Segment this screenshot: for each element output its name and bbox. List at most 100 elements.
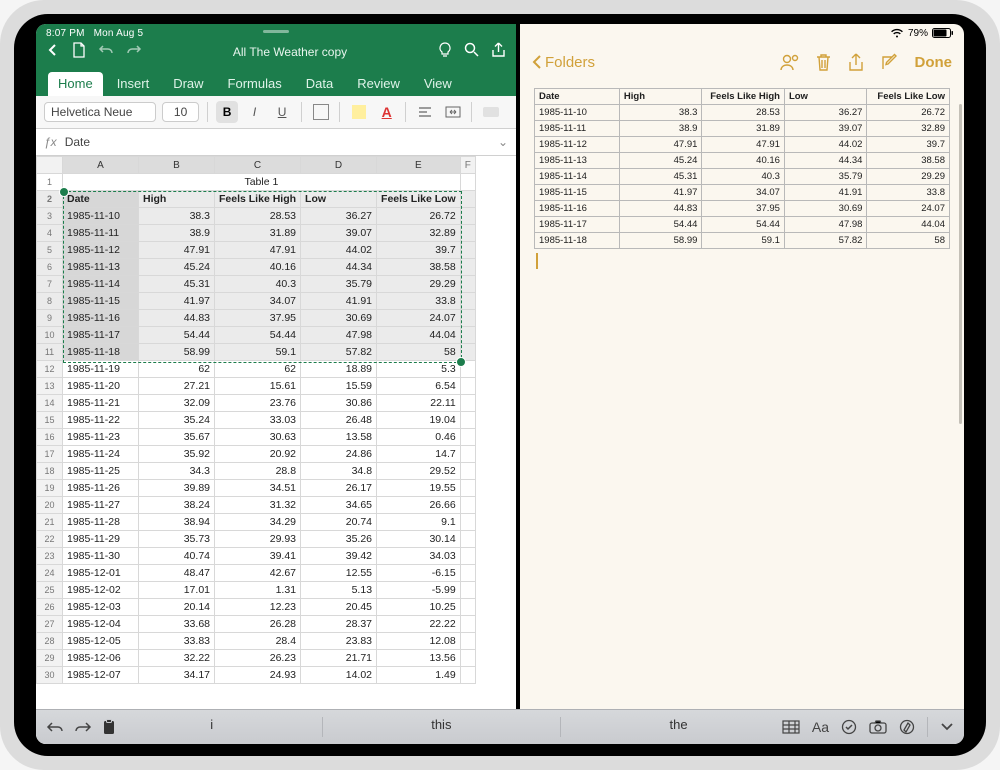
formula-bar[interactable]: ƒx Date ⌄ (36, 129, 516, 156)
cell[interactable]: 13.58 (301, 429, 377, 446)
cell[interactable]: 1985-12-07 (63, 667, 139, 684)
cell[interactable]: 14.02 (301, 667, 377, 684)
cell[interactable]: 45.31 (139, 276, 215, 293)
header-cell[interactable]: Low (301, 191, 377, 208)
cell[interactable]: 34.07 (215, 293, 301, 310)
align-button[interactable] (414, 101, 436, 123)
row-header[interactable]: 12 (37, 361, 63, 378)
cell[interactable]: 1985-11-13 (63, 259, 139, 276)
row-header[interactable]: 20 (37, 497, 63, 514)
cell[interactable]: 54.44 (139, 327, 215, 344)
header-cell[interactable]: Date (63, 191, 139, 208)
cell[interactable]: 48.47 (139, 565, 215, 582)
note-cell[interactable]: 54.44 (619, 217, 702, 233)
note-header-cell[interactable]: Low (784, 89, 867, 105)
cell[interactable]: 35.92 (139, 446, 215, 463)
note-cell[interactable]: 47.91 (702, 137, 785, 153)
cell[interactable]: 6.54 (377, 378, 461, 395)
cell[interactable]: 1985-11-19 (63, 361, 139, 378)
cell[interactable]: 57.82 (301, 344, 377, 361)
cell[interactable]: 45.24 (139, 259, 215, 276)
cell[interactable]: 20.92 (215, 446, 301, 463)
row-header[interactable]: 13 (37, 378, 63, 395)
cell[interactable]: 24.93 (215, 667, 301, 684)
row-header[interactable]: 2 (37, 191, 63, 208)
cell[interactable]: 1985-12-02 (63, 582, 139, 599)
cell[interactable]: 1.31 (215, 582, 301, 599)
lightbulb-icon[interactable] (438, 42, 452, 63)
row-header[interactable]: 23 (37, 548, 63, 565)
cell[interactable]: 34.65 (301, 497, 377, 514)
cell[interactable]: -5.99 (377, 582, 461, 599)
cell[interactable]: 1985-11-12 (63, 242, 139, 259)
cell[interactable]: 28.53 (215, 208, 301, 225)
row-header[interactable]: 26 (37, 599, 63, 616)
note-cell[interactable]: 34.07 (702, 185, 785, 201)
cell[interactable]: 59.1 (215, 344, 301, 361)
row-header[interactable]: 24 (37, 565, 63, 582)
cell[interactable]: 39.7 (377, 242, 461, 259)
note-cell[interactable]: 44.02 (784, 137, 867, 153)
column-header[interactable]: F (460, 157, 475, 174)
cell[interactable]: 41.97 (139, 293, 215, 310)
cell[interactable]: 14.7 (377, 446, 461, 463)
clipboard-icon[interactable] (102, 719, 116, 735)
note-table[interactable]: DateHighFeels Like HighLowFeels Like Low… (534, 88, 950, 249)
cell[interactable]: 20.74 (301, 514, 377, 531)
cell[interactable]: 1985-12-03 (63, 599, 139, 616)
note-cell[interactable]: 33.8 (867, 185, 950, 201)
cell[interactable]: 39.89 (139, 480, 215, 497)
column-header[interactable]: A (63, 157, 139, 174)
note-cell[interactable]: 39.07 (784, 121, 867, 137)
cell[interactable]: 38.58 (377, 259, 461, 276)
cell[interactable]: 1985-11-26 (63, 480, 139, 497)
column-header[interactable]: E (377, 157, 461, 174)
cell[interactable]: 1985-12-04 (63, 616, 139, 633)
cell[interactable]: 1985-11-20 (63, 378, 139, 395)
column-header[interactable]: B (139, 157, 215, 174)
cell[interactable]: 1985-11-22 (63, 412, 139, 429)
note-cell[interactable]: 59.1 (702, 233, 785, 249)
table-icon[interactable] (782, 720, 800, 734)
row-header[interactable]: 25 (37, 582, 63, 599)
row-header[interactable]: 3 (37, 208, 63, 225)
table-title-cell[interactable]: Table 1 (63, 174, 461, 191)
row-header[interactable]: 16 (37, 429, 63, 446)
cell[interactable]: 29.93 (215, 531, 301, 548)
cell[interactable]: 26.66 (377, 497, 461, 514)
cell[interactable]: 5.13 (301, 582, 377, 599)
font-color-button[interactable]: A (376, 101, 398, 123)
note-header-cell[interactable]: Feels Like Low (867, 89, 950, 105)
cell[interactable]: 58.99 (139, 344, 215, 361)
cell[interactable]: 28.4 (215, 633, 301, 650)
tab-draw[interactable]: Draw (163, 72, 213, 96)
cell[interactable]: 1985-11-18 (63, 344, 139, 361)
markup-icon[interactable] (899, 719, 915, 735)
search-icon[interactable] (464, 42, 479, 62)
cell[interactable]: 28.37 (301, 616, 377, 633)
italic-button[interactable]: I (244, 101, 266, 123)
done-button[interactable]: Done (915, 54, 953, 71)
cell[interactable]: 32.89 (377, 225, 461, 242)
row-header[interactable]: 15 (37, 412, 63, 429)
note-cell[interactable]: 41.97 (619, 185, 702, 201)
cell[interactable]: 1985-11-25 (63, 463, 139, 480)
note-cell[interactable]: 1985-11-13 (535, 153, 620, 169)
note-cell[interactable]: 45.24 (619, 153, 702, 169)
cell[interactable]: 33.68 (139, 616, 215, 633)
note-cell[interactable]: 41.91 (784, 185, 867, 201)
note-cell[interactable]: 40.3 (702, 169, 785, 185)
cell[interactable]: 20.45 (301, 599, 377, 616)
row-header[interactable]: 28 (37, 633, 63, 650)
cell[interactable]: 5.3 (377, 361, 461, 378)
cell[interactable]: 1985-11-27 (63, 497, 139, 514)
row-header[interactable]: 18 (37, 463, 63, 480)
note-cell[interactable]: 38.58 (867, 153, 950, 169)
cell[interactable]: 58 (377, 344, 461, 361)
row-header[interactable]: 1 (37, 174, 63, 191)
tab-data[interactable]: Data (296, 72, 343, 96)
note-header-cell[interactable]: Feels Like High (702, 89, 785, 105)
camera-icon[interactable] (869, 720, 887, 734)
cell[interactable]: 12.55 (301, 565, 377, 582)
cell[interactable]: 37.95 (215, 310, 301, 327)
